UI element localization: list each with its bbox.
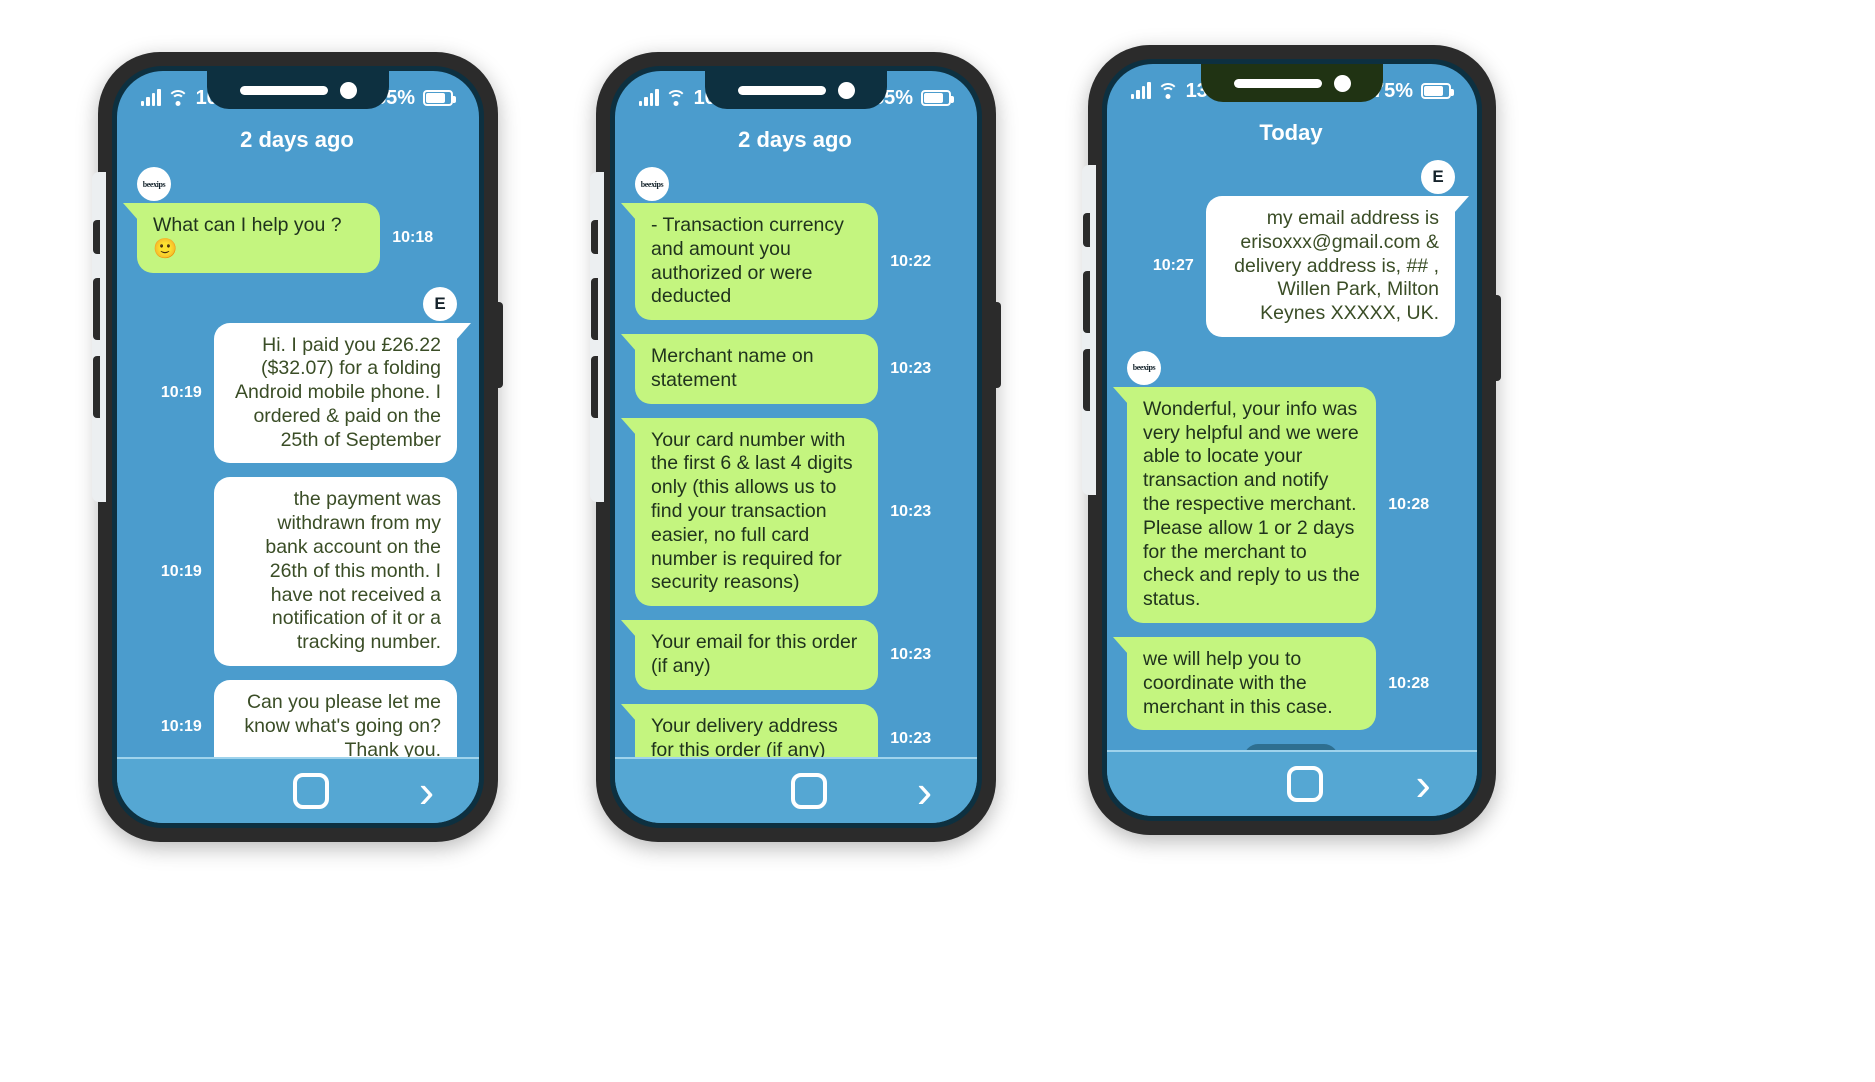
phone-2-notch — [705, 71, 887, 109]
power-button[interactable] — [994, 302, 1001, 388]
phone-1-screen: 10:22 85% 2 days ago beexips What can I … — [117, 71, 479, 823]
silent-switch[interactable] — [1083, 213, 1090, 247]
message-row[interactable]: Wonderful, your info was very helpful an… — [1112, 386, 1455, 623]
message-row[interactable]: 10:19 Can you please let me know what's … — [137, 679, 457, 757]
message-bubble-user[interactable]: the payment was withdrawn from my bank a… — [213, 477, 457, 666]
message-row[interactable]: Your email for this order (if any) 10:23 — [620, 620, 955, 690]
message-row[interactable]: 10:19 Hi. I paid you £26.22 ($32.07) for… — [137, 322, 472, 464]
phone-3-notch — [1201, 64, 1383, 102]
chevron-right-icon[interactable]: › — [419, 768, 434, 814]
message-bubble-agent[interactable]: Wonderful, your info was very helpful an… — [1112, 386, 1377, 623]
volume-down-button[interactable] — [1083, 349, 1090, 411]
silent-switch[interactable] — [591, 220, 598, 254]
phone-3-screen: 13:17 75% Today E 10:27 my email address… — [1107, 64, 1477, 816]
message-bubble-user[interactable]: Can you please let me know what's going … — [213, 679, 457, 757]
message-time: 10:23 — [890, 645, 932, 663]
message-time: 10:19 — [160, 562, 202, 580]
phone-1-frame: 10:22 85% 2 days ago beexips What can I … — [92, 52, 503, 842]
front-camera — [1333, 74, 1351, 92]
phone-2-nav-bar[interactable]: › — [615, 757, 977, 823]
brand-avatar: beexips — [137, 167, 171, 201]
message-bubble-user[interactable]: Hi. I paid you £26.22 ($32.07) for a fol… — [213, 322, 472, 464]
earpiece-speaker — [737, 85, 826, 95]
message-bubble-user[interactable]: my email address is erisoxxx@gmail.com &… — [1205, 196, 1470, 337]
message-row[interactable]: we will help you to coordinate with the … — [1112, 636, 1455, 731]
message-row[interactable]: Merchant name on statement 10:23 — [620, 334, 955, 404]
volume-down-button[interactable] — [93, 356, 100, 418]
battery-icon — [423, 90, 456, 106]
front-camera — [837, 81, 855, 99]
message-row[interactable]: - Transaction currency and amount you au… — [620, 203, 955, 321]
phone-1-notch — [207, 71, 389, 109]
chevron-right-icon[interactable]: › — [1416, 761, 1431, 807]
message-bubble-agent[interactable]: Your card number with the first 6 & last… — [620, 417, 879, 607]
volume-up-button[interactable] — [591, 278, 598, 340]
hamburger-menu-icon[interactable] — [1153, 775, 1195, 793]
message-bubble-agent[interactable]: Your delivery address for this order (if… — [620, 703, 879, 757]
message-time: 10:27 — [1152, 257, 1194, 275]
message-bubble-agent[interactable]: - Transaction currency and amount you au… — [620, 203, 879, 321]
phone-1-bezel: 10:22 85% 2 days ago beexips What can I … — [112, 66, 484, 828]
message-bubble-agent[interactable]: Merchant name on statement — [620, 334, 879, 404]
volume-down-button[interactable] — [591, 356, 598, 418]
user-avatar: E — [1421, 160, 1455, 194]
message-time: 10:23 — [890, 359, 932, 377]
brand-avatar: beexips — [1127, 350, 1161, 385]
hamburger-menu-icon[interactable] — [660, 782, 702, 800]
message-row[interactable]: Your card number with the first 6 & last… — [620, 417, 955, 607]
message-bubble-agent[interactable]: Your email for this order (if any) — [620, 620, 879, 690]
volume-up-button[interactable] — [93, 278, 100, 340]
message-time: 10:19 — [160, 717, 202, 735]
battery-icon — [1421, 83, 1454, 99]
user-avatar: E — [423, 286, 457, 321]
message-bubble-agent[interactable]: we will help you to coordinate with the … — [1112, 636, 1377, 731]
silent-switch[interactable] — [93, 220, 100, 254]
wifi-icon — [665, 90, 687, 106]
volume-up-button[interactable] — [1083, 271, 1090, 333]
earpiece-speaker — [1233, 78, 1322, 88]
message-row[interactable]: 10:27 my email address is erisoxxx@gmail… — [1127, 196, 1470, 337]
phone-1-nav-bar[interactable]: › — [117, 757, 479, 823]
message-time: 10:28 — [1388, 495, 1430, 513]
message-row[interactable]: 10:19 the payment was withdrawn from my … — [137, 477, 457, 666]
day-separator: Today — [1259, 120, 1323, 145]
message-time: 10:23 — [890, 502, 932, 520]
home-square-icon[interactable] — [293, 773, 330, 809]
message-row[interactable]: What can I help you ? 🙂 10:18 — [122, 203, 457, 273]
signal-bars-icon — [639, 89, 659, 106]
message-time: 10:22 — [890, 252, 932, 270]
phone-2-conversation[interactable]: 2 days ago beexips - Transaction currenc… — [615, 117, 977, 757]
brand-avatar: beexips — [635, 167, 669, 201]
power-button[interactable] — [1494, 295, 1501, 381]
day-separator: 2 days ago — [240, 127, 354, 152]
home-square-icon[interactable] — [1287, 766, 1324, 802]
phone-2-screen: 10:26 85% 2 days ago beexips - Transacti… — [615, 71, 977, 823]
front-camera — [339, 81, 357, 99]
day-separator: 2 days ago — [738, 127, 852, 152]
phone-3-conversation[interactable]: Today E 10:27 my email address is erisox… — [1107, 110, 1477, 750]
signal-bars-icon — [141, 89, 161, 106]
wifi-icon — [1157, 83, 1179, 99]
hamburger-menu-icon[interactable] — [162, 782, 204, 800]
phone-3-bezel: 13:17 75% Today E 10:27 my email address… — [1102, 59, 1482, 821]
home-square-icon[interactable] — [791, 773, 828, 809]
phone-2-frame: 10:26 85% 2 days ago beexips - Transacti… — [590, 52, 1001, 842]
message-row[interactable]: Your delivery address for this order (if… — [620, 703, 955, 757]
phone-3-frame: 13:17 75% Today E 10:27 my email address… — [1082, 45, 1501, 835]
phone-1-conversation[interactable]: 2 days ago beexips What can I help you ?… — [117, 117, 479, 757]
earpiece-speaker — [239, 85, 328, 95]
message-time: 10:23 — [890, 729, 932, 747]
battery-icon — [921, 90, 954, 106]
message-time: 10:28 — [1388, 674, 1430, 692]
chevron-right-icon[interactable]: › — [917, 768, 932, 814]
message-time: 10:18 — [392, 228, 434, 246]
signal-bars-icon — [1131, 82, 1151, 99]
screenshot-canvas: 10:22 85% 2 days ago beexips What can I … — [0, 0, 1875, 1082]
power-button[interactable] — [496, 302, 503, 388]
wifi-icon — [167, 90, 189, 106]
phone-2-bezel: 10:26 85% 2 days ago beexips - Transacti… — [610, 66, 982, 828]
message-bubble-agent[interactable]: What can I help you ? 🙂 — [122, 203, 381, 273]
phone-3-nav-bar[interactable]: › — [1107, 750, 1477, 816]
message-time: 10:19 — [160, 384, 202, 402]
